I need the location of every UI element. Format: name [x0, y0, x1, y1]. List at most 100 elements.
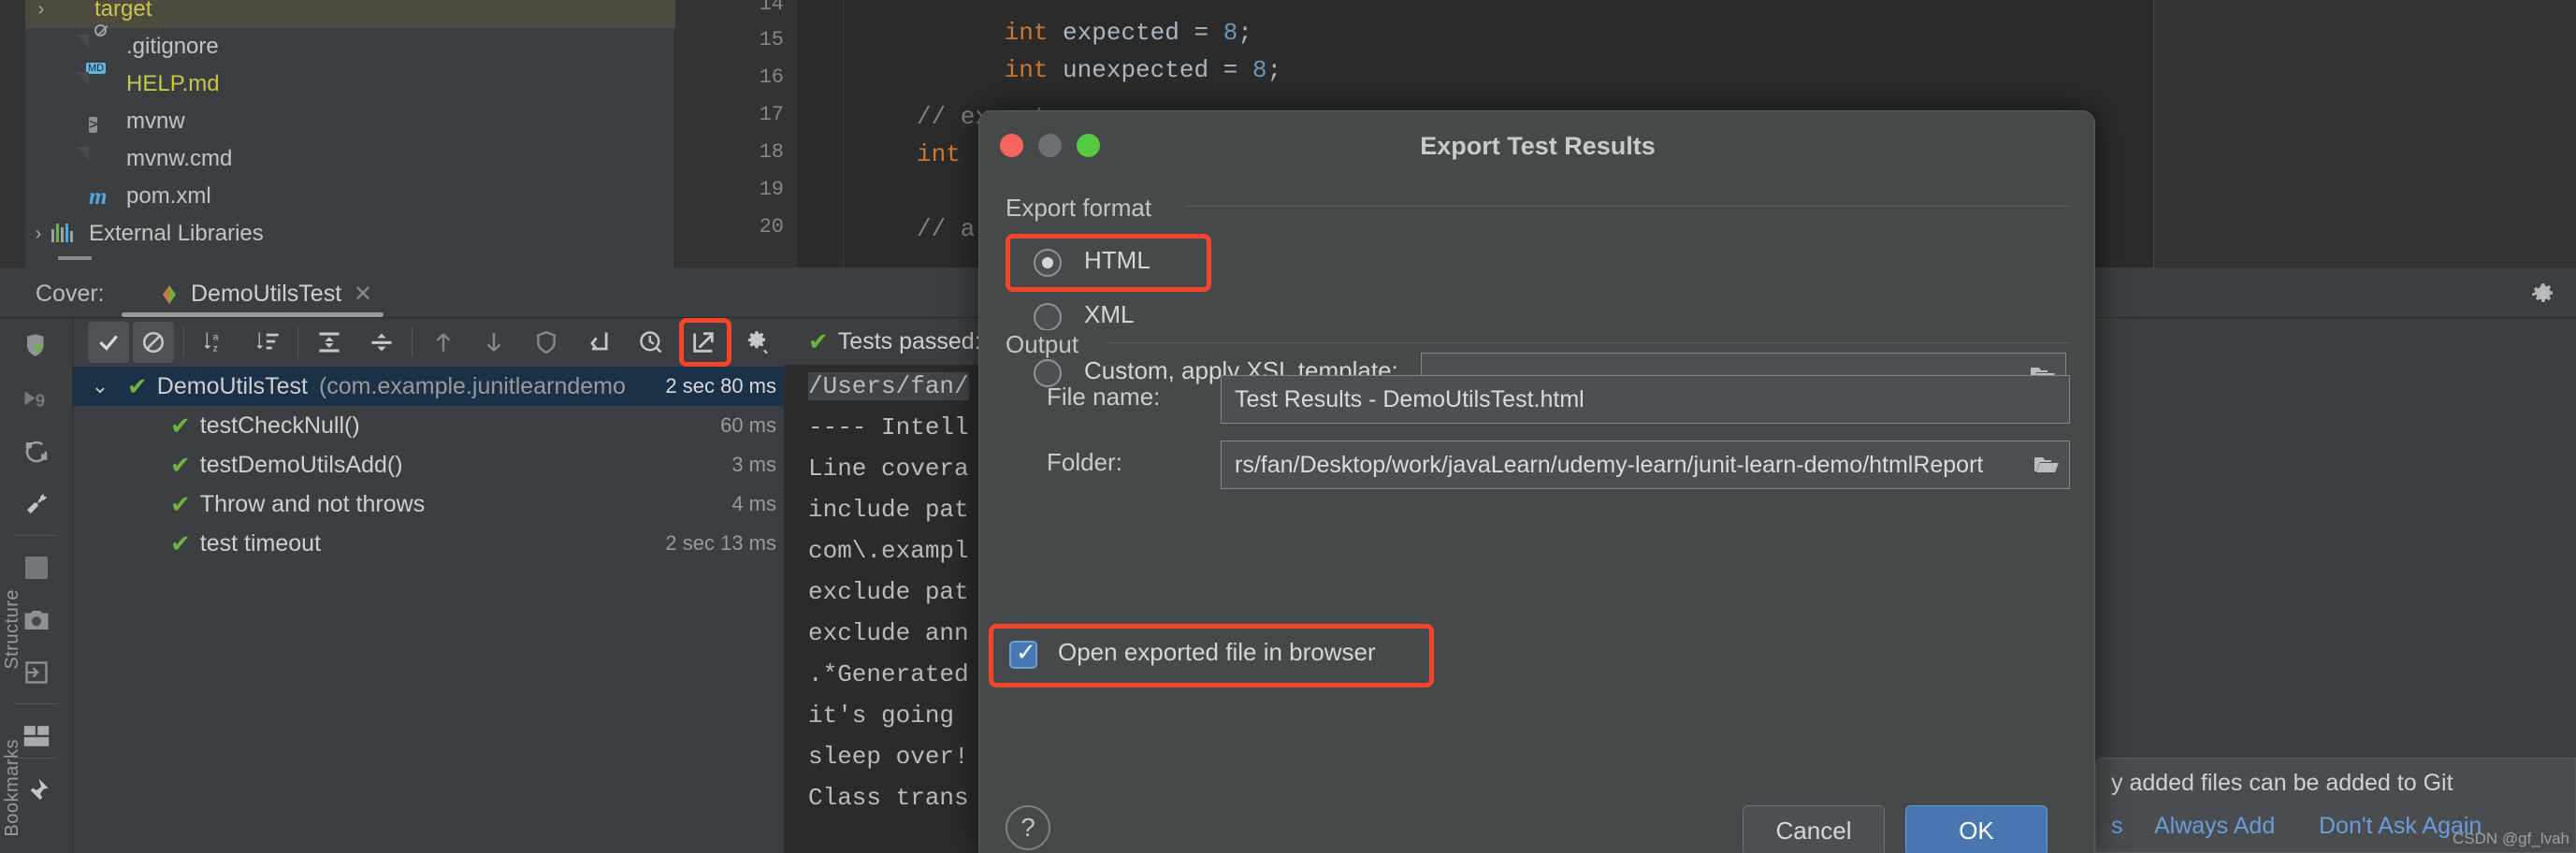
tree-item-help-md[interactable]: MD HELP.md [25, 63, 675, 103]
group-divider [1185, 206, 2070, 207]
previous-failed-test-icon[interactable] [423, 322, 464, 363]
collapse-all-icon[interactable] [361, 322, 402, 363]
rerun-automatically-icon[interactable] [13, 428, 60, 475]
test-duration: 60 ms [720, 413, 776, 437]
divider [297, 327, 298, 357]
help-button[interactable]: ? [1006, 805, 1050, 850]
next-failed-test-icon[interactable] [473, 322, 514, 363]
line-number: 16 [759, 65, 784, 89]
settings-gear-icon[interactable] [2531, 282, 2555, 307]
console-line: .*Generated [808, 660, 969, 688]
export-test-results-dialog: Export Test Results Export format HTML X… [978, 110, 2095, 853]
test-duration: 3 ms [731, 453, 776, 476]
notification-link-add[interactable]: s [2111, 813, 2123, 840]
tab-scroll-indicator[interactable] [122, 312, 384, 317]
test-passed-icon: ✔ [170, 411, 191, 440]
test-package: (com.example.junitlearndemo [318, 372, 626, 399]
cancel-button[interactable]: Cancel [1743, 805, 1885, 853]
test-results-tree[interactable]: ⌄ ✔ DemoUtilsTest (com.example.junitlear… [73, 367, 784, 853]
line-number: 18 [759, 140, 784, 164]
test-history-icon[interactable] [630, 322, 672, 363]
jump-to-source-icon[interactable] [578, 322, 619, 363]
stop-square-icon[interactable] [13, 544, 60, 591]
coverage-label: Cover: [36, 281, 105, 307]
rerun-coverage-icon[interactable] [13, 324, 60, 370]
notification-link-always-add[interactable]: Always Add [2154, 813, 2275, 840]
editor-gutter: 14 15 16 17 18 19 20 [675, 0, 797, 267]
tree-item-pom-xml[interactable]: m pom.xml [25, 178, 675, 215]
test-name: testDemoUtilsAdd() [199, 451, 403, 478]
test-tree-row-timeout[interactable]: ✔ test timeout 2 sec 13 ms [73, 524, 784, 563]
test-settings-gear-icon[interactable] [737, 322, 778, 363]
project-tree-panel: › target .gitignore MD HELP.md > mvnw mv… [0, 0, 675, 267]
chevron-down-icon[interactable]: ⌄ [73, 374, 127, 398]
close-icon[interactable]: ✕ [354, 281, 372, 308]
tree-item-target[interactable]: › target [25, 0, 675, 28]
console-line: it's going [808, 701, 969, 730]
chevron-right-icon[interactable]: › [25, 0, 57, 21]
tree-item-label: HELP.md [126, 71, 220, 96]
radio-xml-label[interactable]: XML [1084, 300, 1134, 329]
tests-passed-label: Tests passed: [837, 327, 981, 354]
editor-fold-strip [797, 0, 844, 267]
tree-item-mvnw[interactable]: > mvnw [25, 103, 675, 140]
tree-item-gitignore[interactable]: .gitignore [25, 24, 675, 65]
left-tool-window-bar: 9 Structure Bookmarks [0, 318, 73, 853]
open-in-browser-label[interactable]: Open exported file in browser [1058, 638, 1376, 667]
test-tree-row-check-null[interactable]: ✔ testCheckNull() 60 ms [73, 406, 784, 445]
show-passed-tests-toggle[interactable] [88, 322, 129, 363]
test-tree-row-root[interactable]: ⌄ ✔ DemoUtilsTest (com.example.junitlear… [73, 367, 784, 406]
tree-item-label: mvnw.cmd [126, 146, 233, 171]
export-format-group-title: Export format [1006, 194, 1162, 223]
tree-item-label: mvnw [126, 108, 185, 134]
sort-by-duration-icon[interactable] [247, 322, 288, 363]
tree-scroll-indicator[interactable] [58, 256, 92, 260]
tree-item-mvnw-cmd[interactable]: mvnw.cmd [25, 140, 675, 178]
test-tree-row-throws[interactable]: ✔ Throw and not throws 4 ms [73, 484, 784, 524]
notification-message: y added files can be added to Git [2111, 770, 2453, 796]
show-ignored-tests-toggle[interactable] [133, 322, 174, 363]
filter-shield-icon[interactable] [526, 322, 567, 363]
code-line-15: int unexpected = 8; [1004, 56, 1282, 84]
radio-xml[interactable] [1034, 303, 1062, 331]
rerun-failed-tests-icon[interactable]: 9 [13, 376, 60, 423]
export-test-results-icon[interactable] [683, 322, 724, 363]
console-line: Class trans [808, 784, 969, 812]
libraries-icon [51, 222, 81, 246]
coverage-tab-name[interactable]: DemoUtilsTest [191, 281, 341, 308]
ok-button[interactable]: OK [1905, 805, 2048, 853]
line-number: 17 [759, 103, 784, 126]
structure-tool-label[interactable]: Structure [2, 589, 23, 670]
test-name: test timeout [199, 529, 322, 557]
test-tree-row-add[interactable]: ✔ testDemoUtilsAdd() 3 ms [73, 445, 784, 484]
md-badge: MD [86, 63, 107, 74]
sort-alphabetically-icon[interactable]: az [195, 322, 236, 363]
file-name-input[interactable]: Test Results - DemoUtilsTest.html [1221, 375, 2070, 424]
file-name-value: Test Results - DemoUtilsTest.html [1235, 385, 1585, 412]
chevron-right-icon[interactable]: › [25, 224, 51, 245]
test-name: testCheckNull() [199, 412, 360, 439]
console-line: ---- Intell [808, 413, 969, 441]
folder-label: Folder: [1047, 448, 1122, 476]
browse-folder-icon[interactable] [2033, 455, 2060, 475]
divider [15, 703, 58, 704]
project-tree-gutter [0, 0, 25, 267]
configure-wrench-icon[interactable] [13, 481, 60, 528]
folder-input[interactable]: rs/fan/Desktop/work/javaLearn/udemy-lear… [1221, 441, 2070, 489]
bookmarks-tool-label[interactable]: Bookmarks [2, 739, 23, 837]
test-duration: 2 sec 13 ms [665, 531, 776, 555]
tree-item-external-libraries[interactable]: › External Libraries [25, 215, 675, 253]
text-file-icon [89, 147, 119, 171]
expand-all-icon[interactable] [309, 322, 350, 363]
tree-item-label: pom.xml [126, 183, 211, 209]
ide-window: › target .gitignore MD HELP.md > mvnw mv… [0, 0, 2576, 853]
open-in-browser-checkbox[interactable] [1009, 638, 1037, 669]
console-line: /Users/fan/ [808, 372, 969, 400]
markdown-file-icon: MD [86, 63, 119, 96]
radio-html-label[interactable]: HTML [1084, 246, 1151, 275]
test-passed-icon: ✔ [170, 528, 191, 557]
console-line: sleep over! [808, 743, 969, 771]
radio-html[interactable] [1034, 249, 1062, 277]
test-duration: 4 ms [731, 492, 776, 515]
test-name: Throw and not throws [199, 490, 426, 517]
